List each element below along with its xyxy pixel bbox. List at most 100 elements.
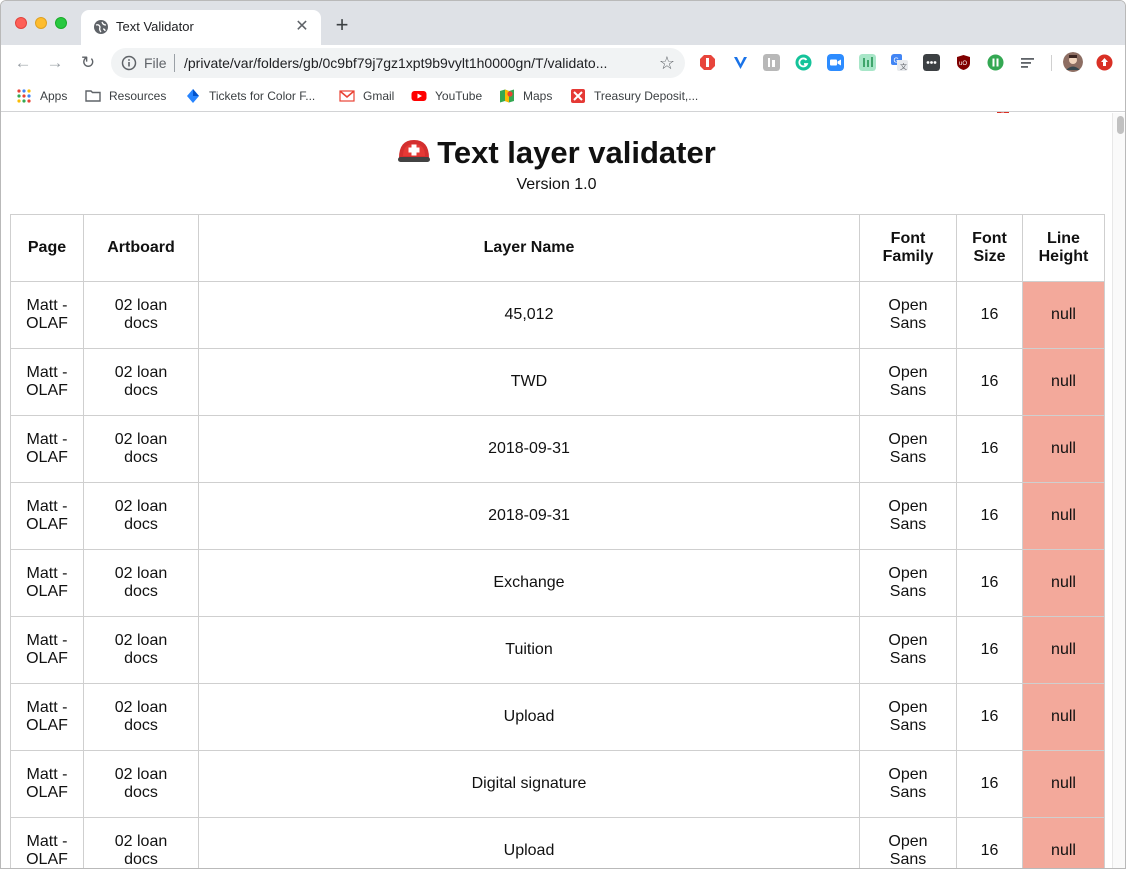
bookmark-treasury[interactable]: Treasury Deposit,... (570, 86, 698, 106)
bookmark-apps[interactable]: Apps (16, 86, 67, 106)
cell-page: Matt - OLAF (10, 616, 84, 684)
cell-line-height: null (1022, 348, 1105, 416)
diamond-icon (187, 89, 199, 103)
cell-font-family: Open Sans (859, 415, 957, 483)
vertical-scrollbar[interactable] (1112, 113, 1125, 868)
forward-arrow-icon[interactable]: → (45, 53, 65, 73)
avatar[interactable] (1063, 52, 1083, 72)
cell-line-height: null (1022, 415, 1105, 483)
cell-layer-name: 2018-09-31 (198, 415, 860, 483)
cell-layer-name: 2018-09-31 (198, 482, 860, 550)
cell-text: 02 loan (114, 431, 168, 448)
cell-artboard: 02 loan docs (83, 482, 199, 550)
page-title: Text layer validater (1, 135, 1112, 171)
cell-text: OLAF (26, 784, 68, 801)
cell-line-height: null (1022, 482, 1105, 550)
cell-text: OLAF (26, 851, 68, 868)
grammarly-icon[interactable] (795, 54, 812, 71)
header-line-height: Line Height (1022, 214, 1105, 282)
cell-artboard: 02 loan docs (83, 817, 199, 868)
translate-icon[interactable]: G文 (891, 54, 908, 71)
star-icon[interactable]: ☆ (657, 53, 677, 73)
cell-artboard: 02 loan docs (83, 549, 199, 617)
header-text-line: Height (1038, 248, 1089, 265)
toolbar: ← → ↻ File /private/var/folders/gb/0c9bf… (1, 45, 1125, 120)
cell-text: Sans (889, 516, 927, 533)
cell-line-height: null (1022, 616, 1105, 684)
cell-layer-name: Upload (198, 683, 860, 751)
minimize-window-button[interactable] (35, 17, 47, 29)
cell-text: docs (124, 516, 158, 533)
cell-text: 02 loan (114, 699, 168, 716)
bookmark-resources[interactable]: Resources (85, 86, 166, 106)
cell-text: Open (888, 766, 928, 783)
cell-font-size: 16 (956, 549, 1023, 617)
bookmark-maps[interactable]: Maps (499, 86, 552, 106)
cell-font-size: 16 (956, 750, 1023, 818)
table-row: Matt - OLAF 02 loan docs 2018-09-31 Open Sa… (10, 482, 1105, 550)
cell-page: Matt - OLAF (10, 415, 84, 483)
update-icon[interactable] (1096, 54, 1113, 71)
youtube-icon (411, 91, 427, 101)
back-arrow-icon[interactable]: ← (13, 53, 33, 73)
bookmarks-bar: Apps Resources Tickets for Color F... Gm… (1, 81, 1125, 112)
header-text-line: Family (882, 248, 934, 265)
address-bar[interactable]: File /private/var/folders/gb/0c9bf79j7gz… (111, 48, 685, 78)
v-extension-icon[interactable] (732, 54, 749, 71)
reload-icon[interactable]: ↻ (78, 53, 98, 73)
close-window-button[interactable] (15, 17, 27, 29)
close-icon[interactable]: ✕ (293, 18, 311, 36)
bookmark-tickets[interactable]: Tickets for Color F... (185, 86, 315, 106)
scrollbar-thumb[interactable] (1117, 116, 1124, 134)
cell-text: OLAF (26, 516, 68, 533)
cell-text: 02 loan (114, 297, 168, 314)
cell-layer-name: Tuition (198, 616, 860, 684)
cell-line-height: null (1022, 683, 1105, 751)
cell-text: OLAF (26, 650, 68, 667)
folder-icon (85, 90, 101, 102)
bookmark-youtube[interactable]: YouTube (411, 86, 482, 106)
cell-font-family: Open Sans (859, 281, 957, 349)
cell-page: Matt - OLAF (10, 683, 84, 751)
adblock-extension-icon[interactable] (699, 54, 716, 71)
cell-font-family: Open Sans (859, 482, 957, 550)
cell-text: Sans (889, 315, 927, 332)
bookmark-label: Maps (523, 89, 553, 103)
reading-list-icon[interactable] (1019, 54, 1036, 71)
cell-font-size: 16 (956, 616, 1023, 684)
cell-text: Sans (889, 583, 927, 600)
grey-extension-icon[interactable] (763, 54, 780, 71)
info-icon[interactable] (121, 55, 137, 71)
bookmark-label: YouTube (435, 89, 483, 103)
cell-artboard: 02 loan docs (83, 750, 199, 818)
bookmark-gmail[interactable]: Gmail (339, 86, 394, 106)
apps-grid-icon (17, 89, 31, 103)
table-row: Matt - OLAF 02 loan docs Upload Open Sans 1… (10, 817, 1105, 868)
cell-font-size: 16 (956, 415, 1023, 483)
maximize-window-button[interactable] (55, 17, 67, 29)
tab-text-validator[interactable]: Text Validator ✕ (81, 10, 321, 45)
cell-font-family: Open Sans (859, 817, 957, 868)
cell-text: Matt - (26, 833, 68, 850)
green-extension-icon[interactable] (859, 54, 876, 71)
cell-text: Matt - (26, 699, 68, 716)
cell-font-size: 16 (956, 683, 1023, 751)
cell-text: Open (888, 833, 928, 850)
green-circle-extension-icon[interactable] (987, 54, 1004, 71)
dark-extension-icon[interactable] (923, 54, 940, 71)
cell-text: OLAF (26, 315, 68, 332)
cell-font-family: Open Sans (859, 750, 957, 818)
header-text-line: Line (1047, 230, 1080, 247)
cell-text: Matt - (26, 364, 68, 381)
url-text[interactable]: /private/var/folders/gb/0c9bf79j7gz1xpt9… (184, 55, 649, 71)
cell-text: Matt - (26, 431, 68, 448)
ublock-icon[interactable]: uO (955, 54, 972, 71)
table-row: Matt - OLAF 02 loan docs 2018-09-31 Open Sa… (10, 415, 1105, 483)
zoom-icon[interactable] (827, 54, 844, 71)
cell-artboard: 02 loan docs (83, 683, 199, 751)
header-page: Page (10, 214, 84, 282)
bookmark-label: Apps (40, 89, 68, 103)
new-tab-button[interactable]: + (332, 14, 352, 36)
header-text-line: Font (972, 230, 1007, 247)
rescue-helmet-icon (398, 140, 431, 162)
